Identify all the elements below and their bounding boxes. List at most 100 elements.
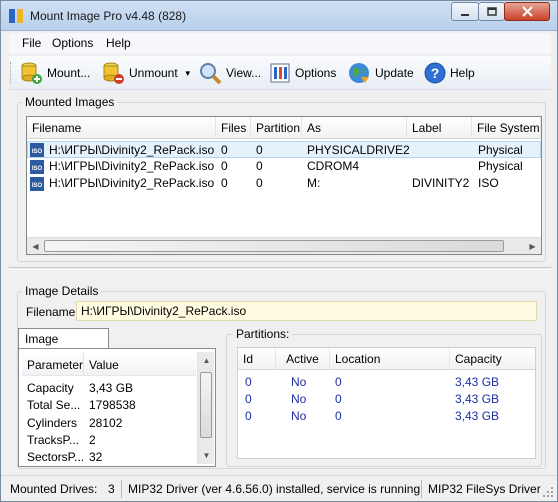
cell-active: No	[291, 409, 307, 423]
cell-files: 0	[221, 176, 228, 190]
table-row[interactable]: 0 No 0 3,43 GB	[238, 408, 535, 425]
tab-image-properties[interactable]: Image Properties	[18, 328, 109, 360]
cell-file-system: Physical	[478, 143, 523, 157]
mounted-drives-label: Mounted Drives:	[10, 482, 98, 496]
table-row[interactable]: TracksP... 2	[27, 432, 197, 449]
cell-partition: 0	[256, 176, 263, 190]
update-button[interactable]: Update	[347, 59, 414, 87]
svg-text:?: ?	[431, 65, 440, 81]
list-header: Filename Files Partition As Label File S…	[27, 117, 541, 139]
status-bar: Mounted Drives: 3 MIP32 Driver (ver 4.6.…	[1, 475, 557, 501]
options-button[interactable]: Options	[269, 59, 336, 87]
toolbar: Mount... Unmount ▼ View... Options Updat…	[9, 56, 551, 90]
cell-active: No	[291, 392, 307, 406]
close-button[interactable]	[504, 2, 550, 21]
column-location[interactable]: Location	[330, 348, 450, 370]
param-name: TracksP...	[27, 433, 80, 447]
unmount-label: Unmount	[129, 66, 178, 80]
param-value: 2	[89, 433, 96, 447]
scroll-down-icon[interactable]: ▼	[198, 447, 215, 464]
cell-active: No	[291, 375, 307, 389]
scroll-left-icon[interactable]: ◀	[27, 238, 44, 254]
driver-status: MIP32 Driver (ver 4.6.56.0) installed, s…	[128, 482, 421, 496]
cell-location: 0	[335, 392, 342, 406]
status-divider	[421, 480, 422, 498]
mounted-images-list[interactable]: Filename Files Partition As Label File S…	[26, 116, 542, 255]
cell-filename: H:\ИГРЫ\Divinity2_RePack.iso	[49, 143, 215, 157]
cell-as: PHYSICALDRIVE2	[307, 143, 410, 157]
partitions-list[interactable]: Id Active Location Capacity 0 No 0 3,43 …	[237, 347, 536, 459]
view-button[interactable]: View...	[198, 59, 261, 87]
horizontal-scrollbar[interactable]: ◀ ▶	[27, 237, 541, 254]
app-icon	[9, 9, 23, 23]
mount-label: Mount...	[47, 66, 91, 80]
menu-options[interactable]: Options	[52, 36, 93, 50]
column-file-system[interactable]: File System	[472, 117, 541, 139]
cell-capacity: 3,43 GB	[455, 409, 500, 423]
column-value[interactable]: Value	[84, 352, 196, 376]
param-value: 28102	[89, 416, 123, 430]
cell-filename: H:\ИГРЫ\Divinity2_RePack.iso	[49, 176, 215, 190]
scroll-right-icon[interactable]: ▶	[524, 238, 541, 254]
mount-icon	[21, 62, 42, 84]
image-details-label: Image Details	[22, 284, 102, 298]
column-files[interactable]: Files	[216, 117, 251, 139]
table-row[interactable]: 0 No 0 3,43 GB	[238, 391, 535, 408]
cell-id: 0	[245, 392, 252, 406]
cell-capacity: 3,43 GB	[455, 392, 500, 406]
column-capacity[interactable]: Capacity	[450, 348, 535, 370]
cell-as: CDROM4	[307, 159, 360, 173]
unmount-button[interactable]: Unmount ▼	[101, 59, 192, 87]
table-row[interactable]: 0 No 0 3,43 GB	[238, 374, 535, 391]
column-label[interactable]: Label	[407, 117, 472, 139]
table-row[interactable]: ISO H:\ИГРЫ\Divinity2_RePack.iso 0 0 CDR…	[27, 158, 541, 175]
help-label: Help	[450, 66, 475, 80]
cell-files: 0	[221, 159, 228, 173]
scroll-thumb[interactable]	[200, 372, 212, 438]
resize-grip-icon[interactable]	[542, 486, 554, 498]
status-divider	[121, 480, 122, 498]
pane-splitter[interactable]	[9, 267, 551, 270]
title-bar[interactable]: Mount Image Pro v4.48 (828)	[1, 1, 557, 31]
cell-file-system: ISO	[478, 176, 499, 190]
help-button[interactable]: ? Help	[424, 59, 475, 87]
view-label: View...	[226, 66, 262, 80]
menu-help[interactable]: Help	[106, 36, 131, 50]
param-name: Capacity	[27, 381, 74, 395]
menu-file[interactable]: File	[22, 36, 41, 50]
cell-files: 0	[221, 143, 228, 157]
toolbar-grip[interactable]	[10, 62, 13, 84]
scroll-thumb[interactable]	[44, 240, 504, 252]
minimize-button[interactable]	[451, 2, 479, 21]
globe-icon	[349, 63, 369, 83]
column-id[interactable]: Id	[238, 348, 276, 370]
column-parameter[interactable]: Parameter	[22, 352, 84, 376]
table-row[interactable]: Cylinders 28102	[27, 415, 197, 432]
cell-partition: 0	[256, 143, 263, 157]
maximize-icon	[486, 6, 497, 16]
maximize-button[interactable]	[478, 2, 505, 21]
filename-field[interactable]: H:\ИГРЫ\Divinity2_RePack.iso	[76, 301, 537, 321]
table-row[interactable]: ISO H:\ИГРЫ\Divinity2_RePack.iso 0 0 PHY…	[27, 141, 541, 158]
table-row[interactable]: Total Se... 1798538	[27, 397, 197, 414]
param-name: Cylinders	[27, 416, 78, 430]
column-as[interactable]: As	[302, 117, 407, 139]
vertical-scrollbar[interactable]: ▲ ▼	[197, 352, 214, 464]
mount-button[interactable]: Mount...	[19, 59, 90, 87]
close-icon	[521, 6, 533, 17]
table-row[interactable]: ISO H:\ИГРЫ\Divinity2_RePack.iso 0 0 M: …	[27, 175, 541, 192]
column-active[interactable]: Active	[276, 348, 330, 370]
table-row[interactable]: SectorsP... 32	[27, 449, 197, 466]
param-value: 32	[89, 450, 103, 464]
partitions-label: Partitions:	[233, 327, 293, 341]
column-filename[interactable]: Filename	[27, 117, 216, 139]
scroll-up-icon[interactable]: ▲	[198, 352, 215, 369]
main-window: Mount Image Pro v4.48 (828) File Options…	[0, 0, 558, 502]
filename-label: Filename:	[26, 305, 79, 319]
column-partition[interactable]: Partition	[251, 117, 302, 139]
cell-location: 0	[335, 375, 342, 389]
table-row[interactable]: Capacity 3,43 GB	[27, 380, 197, 397]
param-name: Total Se...	[27, 398, 81, 412]
svg-text:ISO: ISO	[32, 183, 43, 189]
svg-text:ISO: ISO	[32, 149, 43, 155]
